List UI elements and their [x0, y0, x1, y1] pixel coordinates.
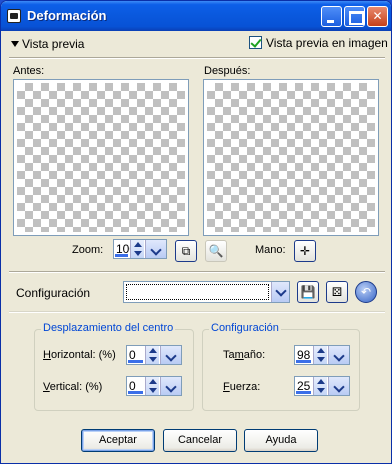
- horizontal-slider-bar: [128, 360, 143, 363]
- deformation-dialog: Deformación ✕ Vista previa Vista previa …: [0, 0, 392, 464]
- zoom-spinner[interactable]: 100: [113, 239, 167, 259]
- preview-toggle[interactable]: Vista previa: [11, 37, 84, 51]
- maximize-button[interactable]: [344, 6, 365, 27]
- pan-hand-button[interactable]: ✛: [294, 240, 316, 262]
- horizontal-up-down-icon[interactable]: [145, 346, 159, 364]
- zoom-spinner-buttons: [130, 240, 166, 258]
- size-slider-bar: [296, 360, 311, 363]
- app-icon: [7, 9, 21, 23]
- config-preset-combo[interactable]: [123, 281, 290, 303]
- preview-toggle-label: Vista previa: [22, 37, 85, 51]
- move-cross-icon: ✛: [299, 244, 311, 258]
- size-up-down-icon[interactable]: [313, 346, 327, 364]
- zoom-label: Zoom:: [72, 244, 104, 256]
- preview-on-image-checkbox[interactable]: Vista previa en imagen: [249, 36, 388, 50]
- before-preview-canvas: [17, 83, 185, 232]
- close-button[interactable]: ✕: [367, 6, 388, 27]
- strength-up-down-icon[interactable]: [313, 377, 327, 395]
- zoom-slider-bar: [115, 254, 128, 257]
- after-preview-canvas: [207, 83, 375, 232]
- title-bar[interactable]: Deformación ✕: [1, 1, 391, 31]
- vertical-label: Vertical: (%): [43, 381, 103, 393]
- ok-button[interactable]: Aceptar: [81, 429, 155, 452]
- center-offset-group: Desplazamiento del centro: [34, 322, 194, 411]
- reset-button[interactable]: ↶: [355, 281, 377, 303]
- zoom-dropdown-icon[interactable]: [145, 240, 166, 258]
- magnifier-icon: 🔍: [208, 244, 224, 258]
- horizontal-spinner-buttons: [145, 346, 181, 364]
- undo-arrow-icon: ↶: [360, 285, 372, 299]
- divider: [9, 311, 385, 313]
- random-preset-button[interactable]: ⚄: [326, 281, 348, 303]
- strength-spinner[interactable]: 25: [294, 376, 350, 396]
- dice-icon: ⚄: [331, 285, 343, 299]
- center-offset-title: Desplazamiento del centro: [41, 322, 176, 334]
- horizontal-spinner[interactable]: 0: [126, 345, 182, 365]
- hand-label: Mano:: [255, 244, 286, 256]
- settings-group-title: Configuración: [209, 322, 281, 334]
- after-label: Después:: [204, 65, 251, 77]
- horizontal-label: Horizontal: (%): [43, 349, 116, 361]
- horizontal-dropdown-icon[interactable]: [160, 346, 181, 364]
- before-preview[interactable]: [13, 79, 189, 236]
- size-spinner-buttons: [313, 346, 349, 364]
- fit-window-icon: ⧉: [181, 244, 191, 258]
- vertical-dropdown-icon[interactable]: [160, 377, 181, 395]
- help-button[interactable]: Ayuda: [244, 429, 318, 452]
- floppy-disk-icon: 💾: [300, 285, 316, 299]
- strength-label: Fuerza:: [223, 381, 261, 393]
- zoom-lens-button[interactable]: 🔍: [205, 240, 227, 262]
- collapse-arrow-icon: [11, 41, 19, 47]
- save-preset-button[interactable]: 💾: [297, 281, 319, 303]
- divider: [9, 271, 385, 273]
- window-title: Deformación: [27, 8, 107, 23]
- minimize-button[interactable]: [321, 6, 342, 27]
- strength-slider-bar: [296, 391, 311, 394]
- config-label: Configuración: [16, 286, 91, 300]
- checkbox-checked-icon: [249, 36, 262, 49]
- zoom-up-down-icon[interactable]: [130, 240, 144, 258]
- vertical-spinner-buttons: [145, 377, 181, 395]
- vertical-up-down-icon[interactable]: [145, 377, 159, 395]
- size-spinner[interactable]: 98: [294, 345, 350, 365]
- after-preview[interactable]: [203, 79, 379, 236]
- size-label: Tamaño:: [223, 349, 266, 361]
- size-dropdown-icon[interactable]: [328, 346, 349, 364]
- before-label: Antes:: [13, 65, 45, 77]
- strength-dropdown-icon[interactable]: [328, 377, 349, 395]
- chevron-down-icon[interactable]: [271, 282, 289, 302]
- config-preset-value: [126, 284, 269, 300]
- fit-to-window-button[interactable]: ⧉: [175, 240, 197, 262]
- vertical-spinner[interactable]: 0: [126, 376, 182, 396]
- vertical-slider-bar: [128, 391, 143, 394]
- divider: [9, 57, 385, 59]
- cancel-button[interactable]: Cancelar: [163, 429, 237, 452]
- preview-on-image-label: Vista previa en imagen: [266, 36, 388, 50]
- settings-group: Configuración: [202, 322, 360, 411]
- strength-spinner-buttons: [313, 377, 349, 395]
